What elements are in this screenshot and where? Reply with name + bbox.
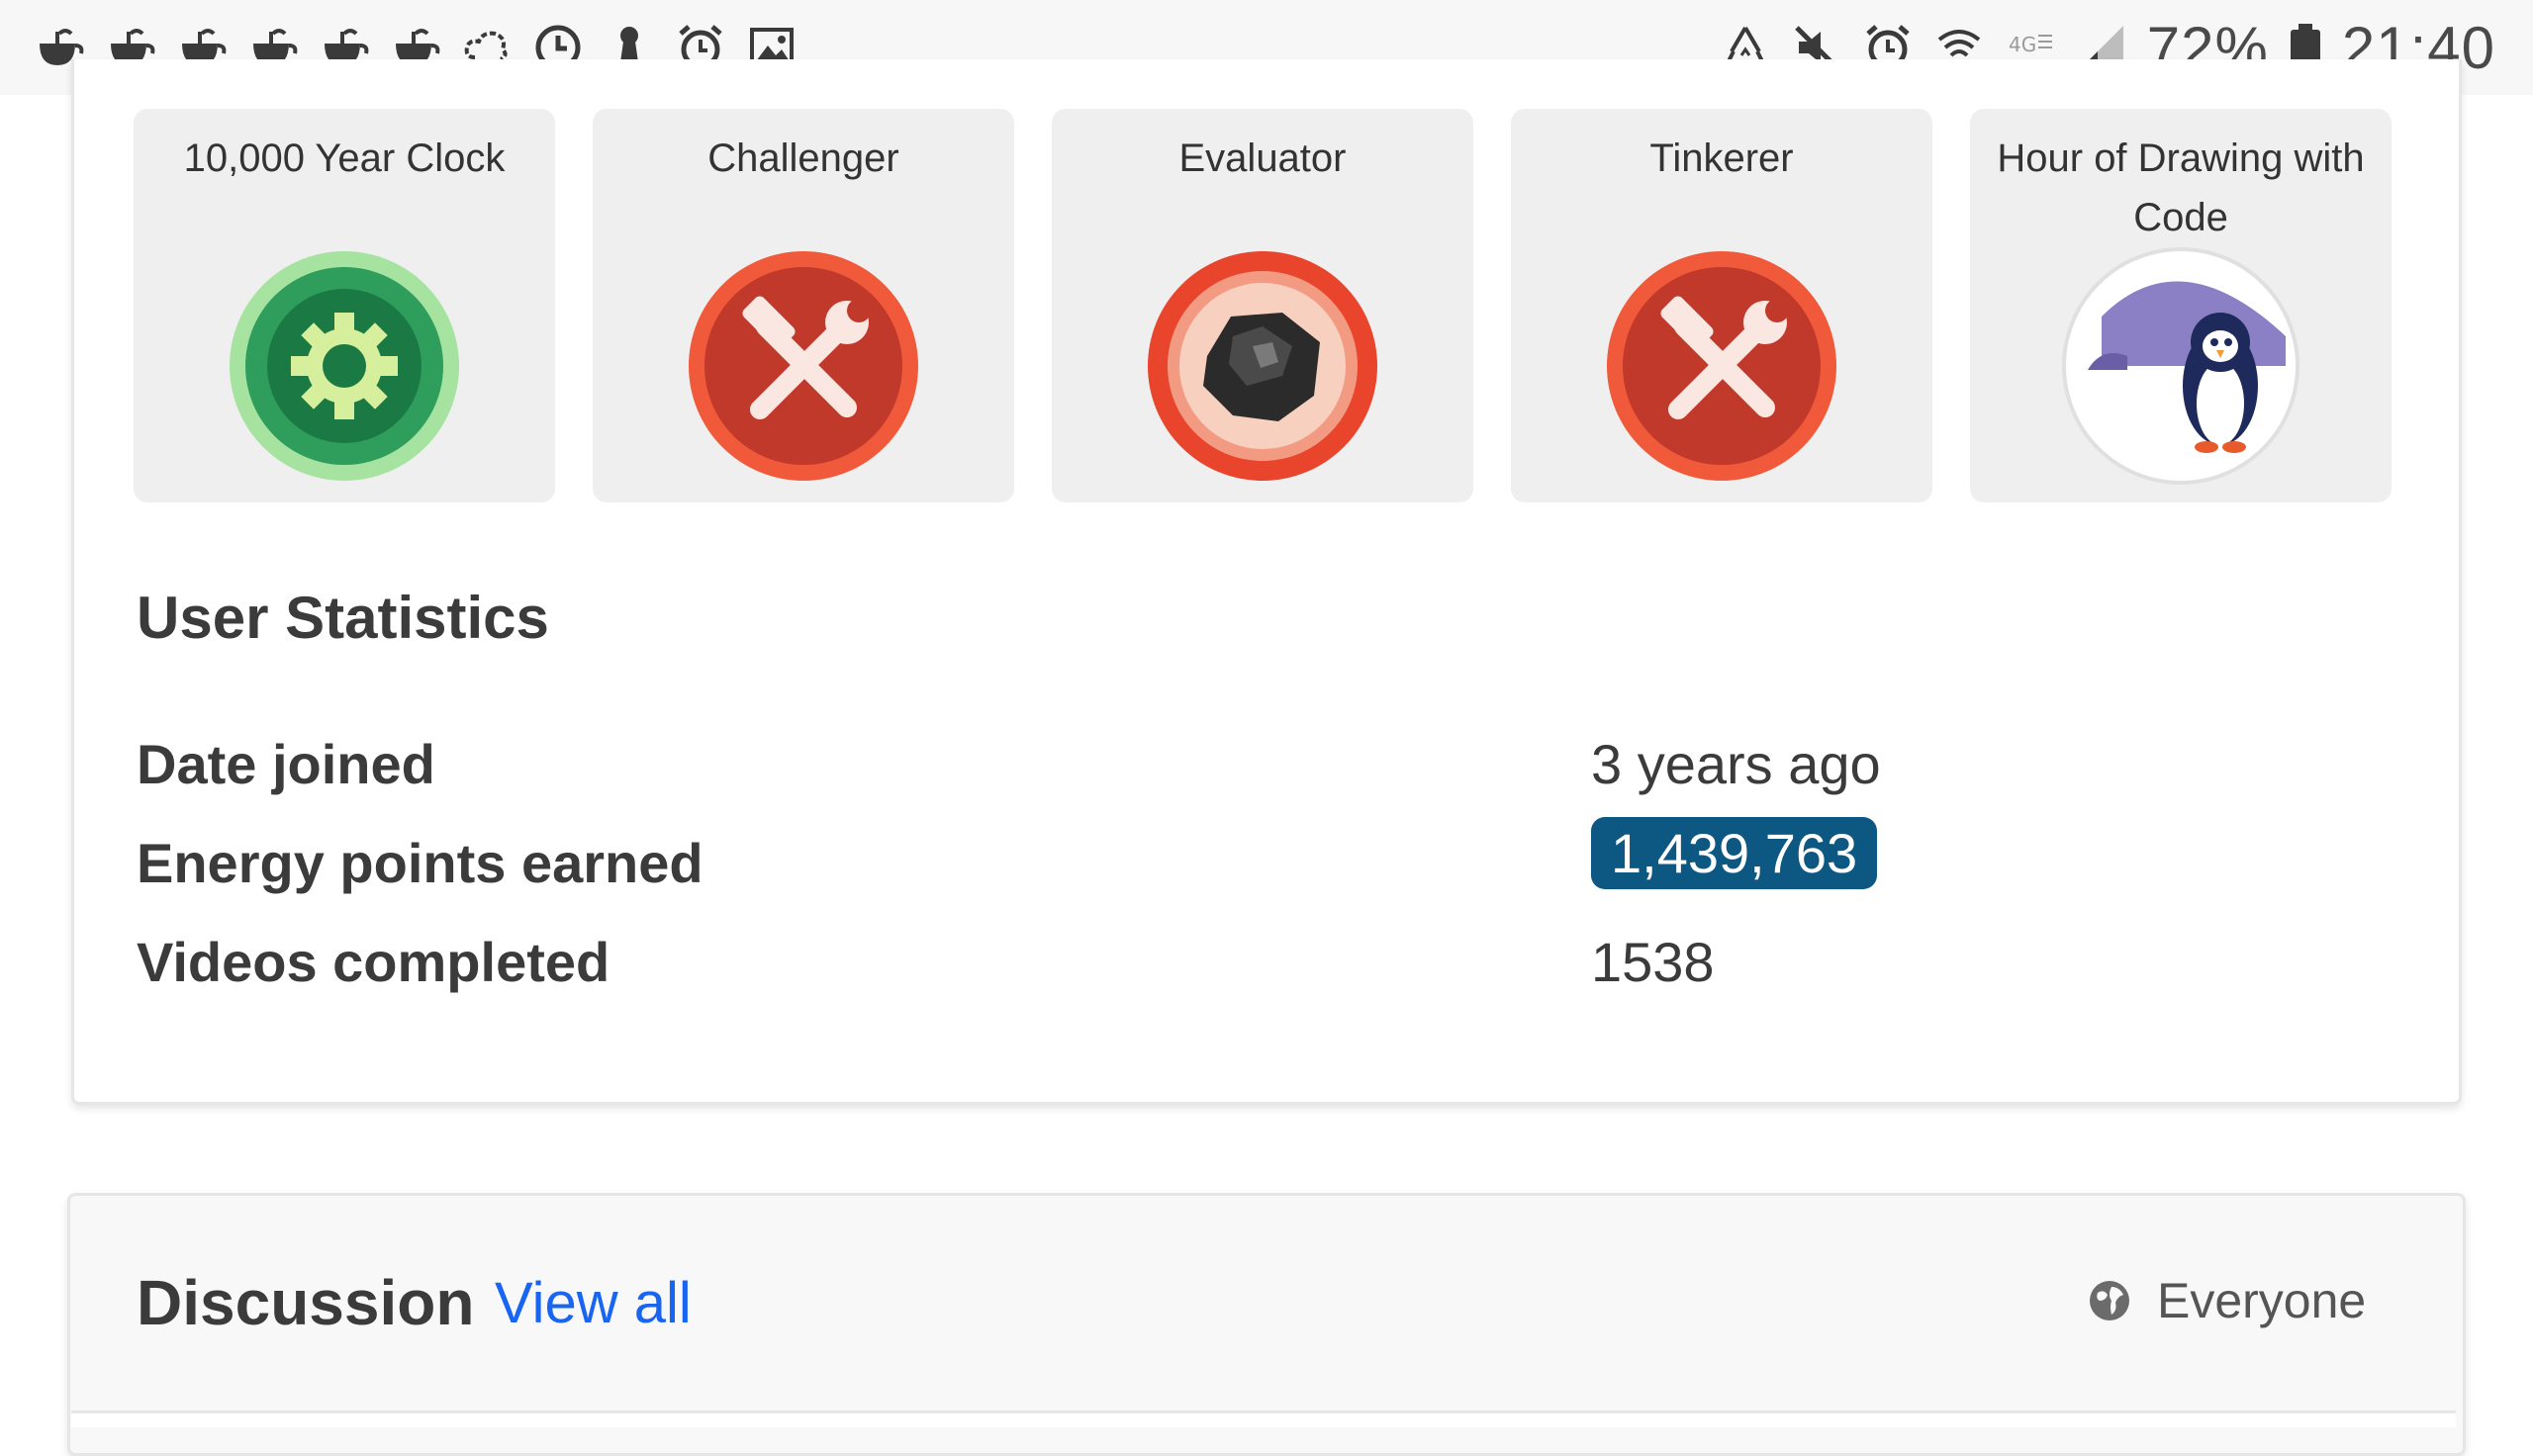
badge-title: Tinkerer <box>1649 136 1794 180</box>
discussion-heading: Discussion <box>137 1267 475 1338</box>
badge-title: Challenger <box>707 136 899 180</box>
audience-label: Everyone <box>2157 1273 2367 1328</box>
badge-card[interactable]: Challenger <box>593 109 1014 502</box>
badge-list: 10,000 Year Clock Challenger Evaluator T… <box>134 109 2392 502</box>
badge-card[interactable]: Hour of Drawing with Code <box>1970 109 2392 502</box>
view-all-link[interactable]: View all <box>495 1270 692 1336</box>
stat-value: 3 years ago <box>1591 733 1881 795</box>
tools-badge-icon <box>1603 247 1840 485</box>
stat-label: Energy points earned <box>137 832 704 894</box>
badge-title: 10,000 Year Clock <box>183 136 506 180</box>
tools-badge-icon <box>685 247 922 485</box>
stat-label: Videos completed <box>137 931 610 993</box>
badge-title: Evaluator <box>1178 136 1347 180</box>
globe-icon <box>2090 1281 2129 1320</box>
stat-label: Date joined <box>137 733 435 795</box>
stat-row-energy-points: Energy points earned 1,439,763 <box>137 817 2363 920</box>
svg-text:4G: 4G <box>2009 33 2036 56</box>
stat-row-date-joined: Date joined 3 years ago <box>137 732 2363 821</box>
discussion-body-edge <box>71 1410 2456 1427</box>
stat-row-videos-completed: Videos completed 1538 <box>137 930 2363 1019</box>
gear-badge-icon <box>226 247 463 485</box>
audience-selector[interactable]: Everyone <box>2088 1272 2366 1329</box>
energy-points-badge: 1,439,763 <box>1591 817 1878 889</box>
badge-card[interactable]: 10,000 Year Clock <box>134 109 555 502</box>
badge-title: Hour of Drawing with Code <box>1997 136 2365 239</box>
rock-badge-icon <box>1144 247 1381 485</box>
stats-heading: User Statistics <box>137 585 549 651</box>
stat-value: 1538 <box>1591 931 1715 993</box>
badge-card[interactable]: Tinkerer <box>1511 109 1932 502</box>
penguin-badge-icon <box>2062 247 2299 485</box>
badge-card[interactable]: Evaluator <box>1052 109 1473 502</box>
